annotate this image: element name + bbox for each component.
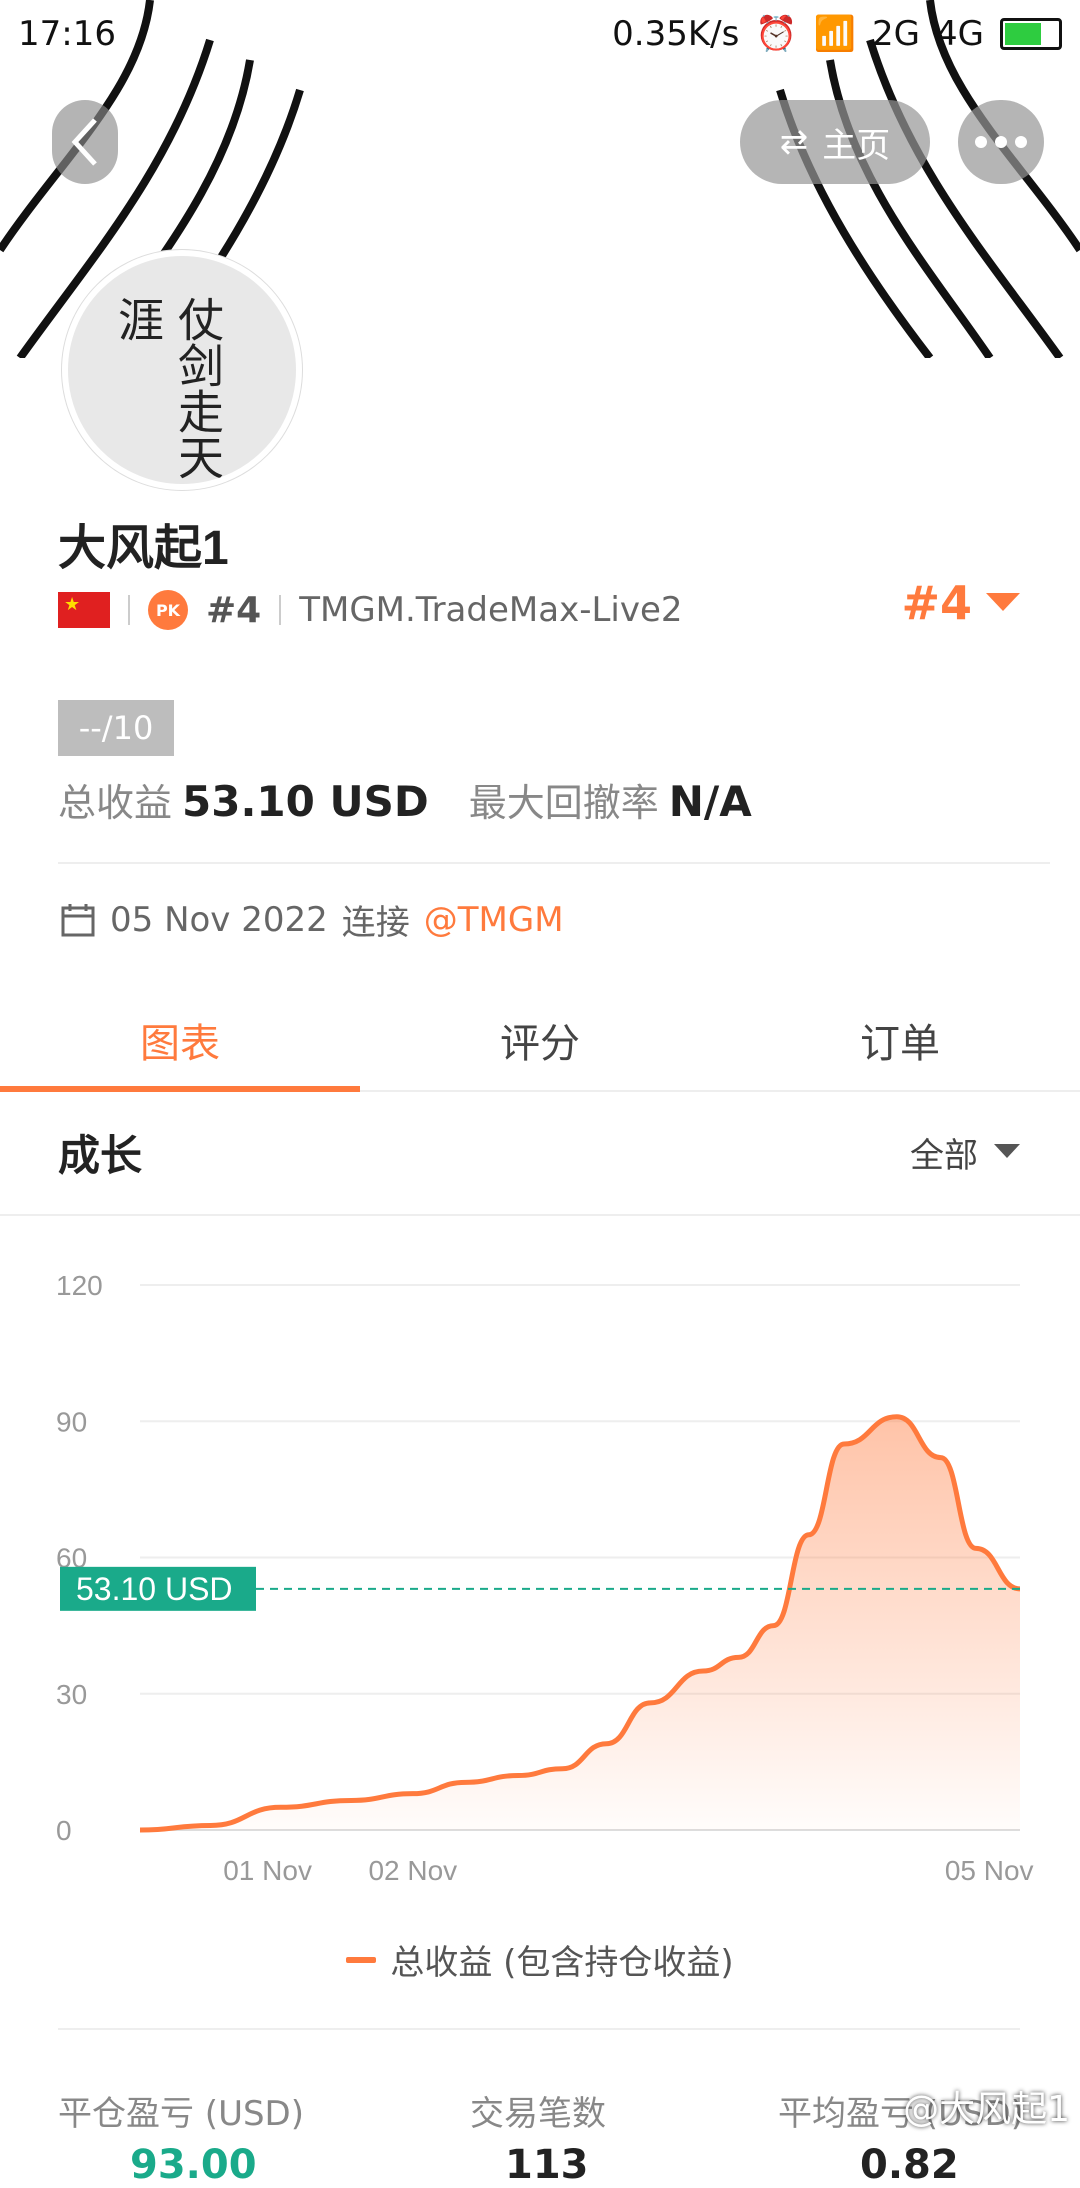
divider: [58, 862, 1050, 864]
legend-label: 总收益 (包含持仓收益): [390, 1943, 734, 1983]
server-name: TMGM.TradeMax-Live2: [299, 590, 683, 630]
tab-rating[interactable]: 评分: [360, 990, 720, 1090]
home-button[interactable]: ⇄ 主页: [740, 100, 930, 184]
back-button[interactable]: [52, 100, 118, 184]
growth-chart: 0306090120 01 Nov 02 Nov 05 Nov 53.10 USD: [56, 1270, 1034, 1886]
pk-badge-icon: PK: [148, 590, 188, 630]
tab-orders[interactable]: 订单: [720, 990, 1080, 1090]
rank-value: #4: [901, 576, 972, 630]
broker-link[interactable]: @TMGM: [424, 900, 564, 940]
total-profit-value: 53.10 USD: [182, 777, 429, 826]
y-tick-label: 0: [56, 1815, 72, 1846]
chevron-left-icon: [71, 118, 97, 166]
pk-rank: #4: [206, 589, 262, 631]
divider: [58, 2028, 1020, 2030]
chart-legend[interactable]: 总收益 (包含持仓收益): [0, 1935, 1080, 1984]
section-header: 成长 全部: [0, 1090, 1080, 1216]
connection-row: 05 Nov 2022 连接 @TMGM: [60, 895, 564, 944]
avatar[interactable]: 仗剑走天涯: [62, 250, 302, 490]
china-flag-icon: ★: [58, 592, 110, 628]
stat-avg-pl-value: 0.82: [860, 2142, 959, 2188]
more-icon: [975, 136, 1027, 148]
x-tick-label: 01 Nov: [223, 1855, 312, 1886]
status-icons: 0.35K/s ⏰ 📶 2G 4G: [612, 14, 1062, 54]
profile-name: 大风起1: [58, 522, 229, 575]
connection-verb: 连接: [341, 903, 410, 943]
profit-row: 总收益 53.10 USD 最大回撤率 N/A: [58, 772, 752, 827]
score-badge: --/10: [58, 700, 174, 756]
stat-closed-pl-label: 平仓盈亏 (USD): [58, 2094, 304, 2134]
tab-chart[interactable]: 图表: [0, 990, 360, 1092]
battery-icon: [1000, 18, 1062, 50]
y-tick-label: 120: [56, 1270, 103, 1301]
y-tick-label: 30: [56, 1679, 87, 1710]
range-select[interactable]: 全部: [910, 1128, 1020, 1177]
status-time: 17:16: [18, 14, 116, 54]
network-speed: 0.35K/s: [612, 14, 740, 54]
signal-4g: 4G: [936, 14, 984, 54]
calendar-icon: [61, 903, 95, 936]
profile-meta-row: ★ PK #4 TMGM.TradeMax-Live2: [58, 585, 683, 635]
y-tick-label: 90: [56, 1406, 87, 1437]
stat-trades-label: 交易笔数: [470, 2094, 606, 2134]
signal-2g: 2G: [872, 14, 921, 54]
total-profit-label: 总收益: [58, 781, 173, 825]
more-button[interactable]: [958, 100, 1044, 184]
x-tick-label: 02 Nov: [368, 1855, 457, 1886]
series-area: [140, 1416, 1020, 1830]
x-tick-label: 05 Nov: [945, 1855, 1034, 1886]
triangle-down-icon: [986, 593, 1020, 611]
max-drawdown-label: 最大回撤率: [468, 781, 659, 825]
rank-toggle[interactable]: #4: [901, 576, 1020, 630]
legend-swatch: [346, 1956, 377, 1963]
divider: [279, 595, 282, 625]
max-drawdown-value: N/A: [668, 777, 752, 826]
connection-date: 05 Nov 2022: [110, 899, 328, 940]
swap-icon: ⇄: [779, 122, 809, 162]
range-select-value: 全部: [910, 1135, 978, 1176]
stat-closed-pl-value: 93.00: [130, 2142, 257, 2188]
section-title: 成长: [58, 1130, 143, 1180]
reference-label: 53.10 USD: [76, 1571, 233, 1607]
alarm-icon: ⏰: [755, 14, 798, 54]
triangle-down-icon: [994, 1144, 1020, 1158]
watermark: @大风起1: [903, 2089, 1070, 2130]
avatar-text: 仗剑走天涯: [111, 296, 225, 480]
tab-bar: 图表 评分 订单: [0, 990, 1080, 1092]
home-label: 主页: [822, 125, 891, 166]
divider: [128, 595, 130, 625]
status-bar: 17:16 0.35K/s ⏰ 📶 2G 4G: [0, 0, 1080, 70]
stat-trades-value: 113: [505, 2142, 589, 2188]
wifi-icon: 📶: [813, 14, 857, 54]
